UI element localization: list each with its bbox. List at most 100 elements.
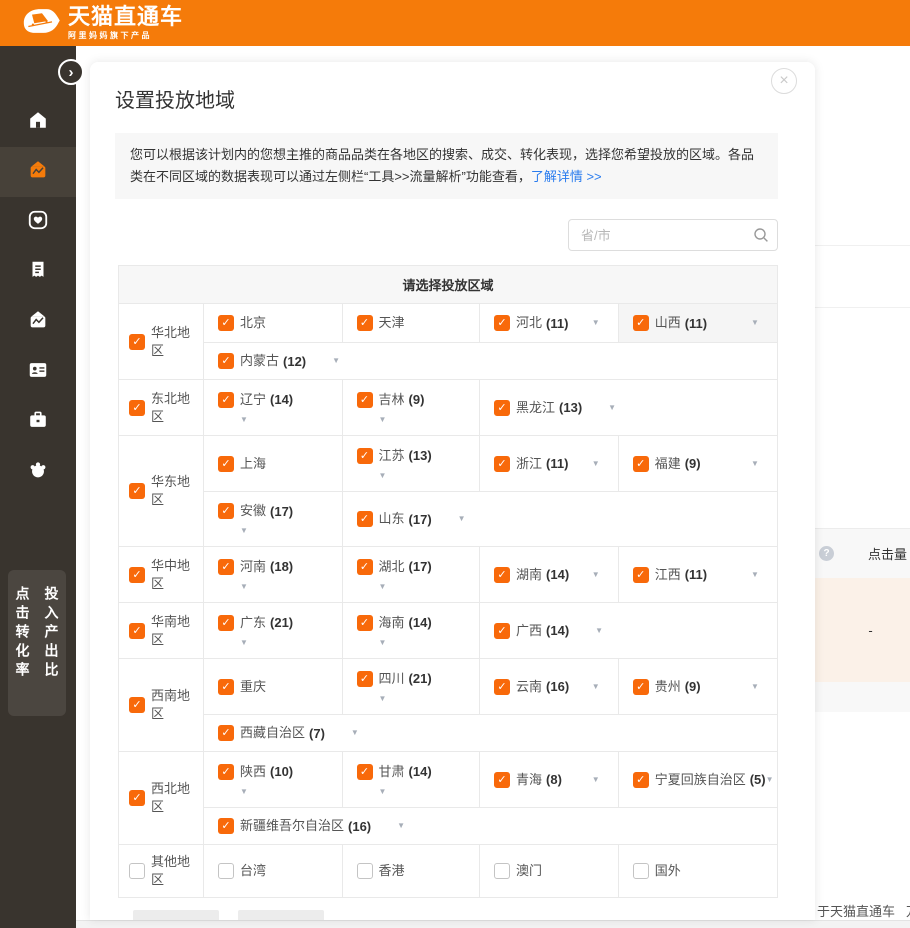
checkbox-unchecked[interactable] bbox=[218, 863, 234, 879]
checkbox-checked[interactable]: ✓ bbox=[129, 483, 145, 499]
sidebar-item-briefcase[interactable] bbox=[0, 397, 76, 447]
chevron-down-icon[interactable]: ▼ bbox=[240, 638, 248, 648]
checkbox-checked[interactable]: ✓ bbox=[494, 623, 510, 639]
checkbox-checked[interactable]: ✓ bbox=[633, 679, 649, 695]
sidebar-item-paw[interactable] bbox=[0, 447, 76, 497]
sidebar-item-favorite[interactable] bbox=[0, 197, 76, 247]
checkbox-checked[interactable]: ✓ bbox=[357, 764, 373, 780]
checkbox-checked[interactable]: ✓ bbox=[494, 400, 510, 416]
chevron-down-icon[interactable]: ▼ bbox=[766, 775, 774, 785]
checkbox-checked[interactable]: ✓ bbox=[357, 559, 373, 575]
province-cell[interactable]: ✓黑龙江(13)▼ bbox=[479, 380, 777, 435]
chevron-down-icon[interactable]: ▼ bbox=[379, 582, 387, 592]
region-group-toggle[interactable]: ✓东北地区 bbox=[119, 380, 204, 435]
province-cell[interactable]: ✓安徽(17)▼ bbox=[204, 492, 342, 546]
province-cell[interactable]: ✓江苏(13)▼ bbox=[342, 436, 480, 491]
modal-close-button[interactable]: × bbox=[771, 68, 797, 94]
province-cell[interactable]: ✓上海 bbox=[204, 436, 342, 491]
checkbox-checked[interactable]: ✓ bbox=[218, 679, 234, 695]
checkbox-checked[interactable]: ✓ bbox=[357, 615, 373, 631]
checkbox-checked[interactable]: ✓ bbox=[129, 790, 145, 806]
province-cell[interactable]: ✓贵州(9)▼ bbox=[618, 659, 777, 714]
checkbox-checked[interactable]: ✓ bbox=[494, 679, 510, 695]
chevron-down-icon[interactable]: ▼ bbox=[379, 694, 387, 704]
region-group-toggle[interactable]: ✓华北地区 bbox=[119, 304, 204, 379]
province-cell[interactable]: ✓西藏自治区(7)▼ bbox=[204, 715, 777, 751]
checkbox-checked[interactable]: ✓ bbox=[129, 334, 145, 350]
province-cell[interactable]: ✓广西(14)▼ bbox=[479, 603, 777, 658]
chevron-down-icon[interactable]: ▼ bbox=[751, 682, 759, 692]
region-group-toggle[interactable]: ✓西北地区 bbox=[119, 752, 204, 844]
chevron-down-icon[interactable]: ▼ bbox=[379, 415, 387, 425]
checkbox-checked[interactable]: ✓ bbox=[218, 725, 234, 741]
region-group-toggle[interactable]: ✓西南地区 bbox=[119, 659, 204, 751]
province-cell[interactable]: ✓云南(16)▼ bbox=[479, 659, 618, 714]
checkbox-unchecked[interactable] bbox=[494, 863, 510, 879]
province-cell[interactable]: 澳门 bbox=[479, 845, 618, 897]
checkbox-checked[interactable]: ✓ bbox=[218, 503, 234, 519]
province-cell[interactable]: ✓福建(9)▼ bbox=[618, 436, 777, 491]
footer-link-fragment[interactable]: 于天猫直通车 bbox=[817, 901, 895, 920]
chevron-down-icon[interactable]: ▼ bbox=[458, 514, 466, 524]
province-cell[interactable]: ✓宁夏回族自治区(5)▼ bbox=[618, 752, 792, 807]
checkbox-checked[interactable]: ✓ bbox=[218, 392, 234, 408]
province-cell[interactable]: ✓湖北(17)▼ bbox=[342, 547, 480, 602]
checkbox-checked[interactable]: ✓ bbox=[357, 315, 373, 331]
search-icon[interactable] bbox=[753, 227, 769, 243]
region-group-toggle[interactable]: 其他地区 bbox=[119, 845, 204, 897]
checkbox-checked[interactable]: ✓ bbox=[357, 671, 373, 687]
checkbox-checked[interactable]: ✓ bbox=[494, 772, 510, 788]
checkbox-checked[interactable]: ✓ bbox=[218, 559, 234, 575]
checkbox-unchecked[interactable] bbox=[129, 863, 145, 879]
sidebar-item-shop-sign[interactable] bbox=[0, 297, 76, 347]
chevron-down-icon[interactable]: ▼ bbox=[595, 626, 603, 636]
metrics-vertical-widget[interactable]: 点击转化率 投入产出比 bbox=[8, 570, 66, 716]
checkbox-checked[interactable]: ✓ bbox=[218, 615, 234, 631]
brand-logo[interactable]: 天猫直通车 阿里妈妈旗下产品 bbox=[22, 5, 183, 42]
chevron-down-icon[interactable]: ▼ bbox=[240, 582, 248, 592]
checkbox-checked[interactable]: ✓ bbox=[129, 400, 145, 416]
province-cell[interactable]: 台湾 bbox=[204, 845, 342, 897]
checkbox-checked[interactable]: ✓ bbox=[129, 567, 145, 583]
province-cell[interactable]: ✓重庆 bbox=[204, 659, 342, 714]
checkbox-checked[interactable]: ✓ bbox=[357, 511, 373, 527]
chevron-down-icon[interactable]: ▼ bbox=[240, 787, 248, 797]
chevron-down-icon[interactable]: ▼ bbox=[608, 403, 616, 413]
sidebar-item-report[interactable] bbox=[0, 247, 76, 297]
province-cell[interactable]: ✓新疆维吾尔自治区(16)▼ bbox=[204, 808, 777, 844]
sidebar-collapse-button[interactable]: › bbox=[58, 59, 84, 85]
checkbox-checked[interactable]: ✓ bbox=[633, 315, 649, 331]
province-cell[interactable]: ✓湖南(14)▼ bbox=[479, 547, 618, 602]
province-cell[interactable]: ✓青海(8)▼ bbox=[479, 752, 618, 807]
checkbox-checked[interactable]: ✓ bbox=[633, 567, 649, 583]
chevron-down-icon[interactable]: ▼ bbox=[332, 356, 340, 366]
chevron-down-icon[interactable]: ▼ bbox=[751, 318, 759, 328]
region-group-toggle[interactable]: ✓华中地区 bbox=[119, 547, 204, 602]
checkbox-checked[interactable]: ✓ bbox=[494, 315, 510, 331]
cancel-all-button[interactable]: 全部取消 bbox=[238, 910, 324, 920]
checkbox-checked[interactable]: ✓ bbox=[218, 315, 234, 331]
chevron-down-icon[interactable]: ▼ bbox=[379, 638, 387, 648]
chevron-down-icon[interactable]: ▼ bbox=[751, 459, 759, 469]
chevron-down-icon[interactable]: ▼ bbox=[592, 459, 600, 469]
province-cell[interactable]: ✓天津 bbox=[342, 304, 480, 342]
province-cell[interactable]: ✓河北(11)▼ bbox=[479, 304, 618, 342]
province-cell[interactable]: ✓河南(18)▼ bbox=[204, 547, 342, 602]
chevron-down-icon[interactable]: ▼ bbox=[240, 415, 248, 425]
checkbox-checked[interactable]: ✓ bbox=[494, 567, 510, 583]
checkbox-checked[interactable]: ✓ bbox=[633, 456, 649, 472]
chevron-down-icon[interactable]: ▼ bbox=[592, 570, 600, 580]
chevron-down-icon[interactable]: ▼ bbox=[397, 821, 405, 831]
checkbox-checked[interactable]: ✓ bbox=[129, 623, 145, 639]
province-cell[interactable]: ✓内蒙古(12)▼ bbox=[204, 343, 777, 379]
chevron-down-icon[interactable]: ▼ bbox=[592, 775, 600, 785]
province-cell[interactable]: 国外 bbox=[618, 845, 777, 897]
province-cell[interactable]: ✓广东(21)▼ bbox=[204, 603, 342, 658]
checkbox-unchecked[interactable] bbox=[633, 863, 649, 879]
province-cell[interactable]: ✓辽宁(14)▼ bbox=[204, 380, 342, 435]
province-cell[interactable]: ✓海南(14)▼ bbox=[342, 603, 480, 658]
checkbox-checked[interactable]: ✓ bbox=[218, 764, 234, 780]
province-cell[interactable]: ✓山东(17)▼ bbox=[342, 492, 777, 546]
checkbox-checked[interactable]: ✓ bbox=[129, 697, 145, 713]
province-cell[interactable]: ✓山西(11)▼ bbox=[618, 304, 777, 342]
